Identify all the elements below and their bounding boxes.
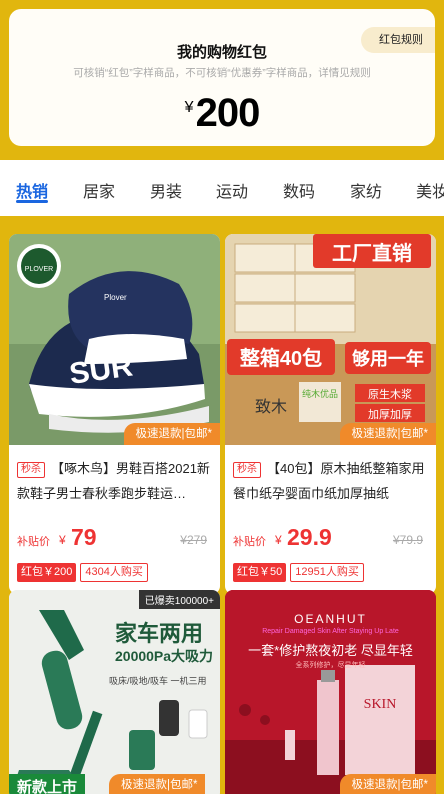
original-price: ¥279	[180, 533, 207, 547]
skincare-subtext: 全系列修护，尽显年轻	[295, 662, 366, 669]
redpacket-section: 我的购物红包 可核销“红包”字样商品，不可核销“优惠券”字样商品，详情见规则 ¥…	[0, 0, 444, 160]
redpacket-card: 我的购物红包 可核销“红包”字样商品，不可核销“优惠券”字样商品，详情见规则 ¥…	[9, 9, 435, 146]
price-currency: ¥	[59, 533, 66, 547]
refund-freeship-tag: 极速退款|包邮*	[123, 423, 220, 445]
hot-sold-badge: 已爆卖100000+	[138, 590, 220, 609]
product-title-text: 【啄木鸟】男鞋百搭2021新款鞋子男士春秋季跑步鞋运…	[17, 461, 210, 501]
active-tab-indicator	[16, 200, 48, 203]
vacuum-features: 吸床/吸地/吸车 一机三用	[109, 676, 207, 686]
redpacket-badge: 红包￥50	[233, 563, 287, 582]
product-badges: 红包￥50 12951人购买	[233, 562, 364, 582]
refund-freeship-tag: 极速退款|包邮*	[339, 774, 436, 794]
factory-banner: 工厂直销	[332, 241, 412, 265]
product-grid: SUR PLOVER Plover 极速退款|包邮* 秒杀 【啄木鸟】男鞋百搭20…	[0, 216, 444, 794]
product-card-tissues[interactable]: 工厂直销 整箱40包 够用一年 纯木优品 致木 原生木浆 加厚加厚 极速退款|包…	[225, 234, 436, 594]
product-card-vacuum[interactable]: 已爆卖100000+ 家车两用 20000Pa大吸力 吸床/吸地/吸车 一机三用…	[9, 590, 220, 794]
price-value: 79	[71, 524, 97, 550]
product-title: 秒杀 【啄木鸟】男鞋百搭2021新款鞋子男士春秋季跑步鞋运…	[17, 456, 215, 506]
tab-home[interactable]: 居家	[83, 178, 115, 202]
tag-brand: 致木	[255, 398, 287, 416]
box-text: SKIN	[364, 697, 397, 712]
tab-digital[interactable]: 数码	[283, 178, 315, 202]
new-arrival-badge: 新款上市	[9, 774, 86, 794]
vacuum-heading: 家车两用	[115, 621, 204, 646]
pack-banner: 整箱40包	[239, 346, 322, 370]
tag-thick: 加厚加厚	[368, 408, 412, 421]
original-price: ¥79.9	[392, 533, 423, 547]
product-title: 秒杀 【40包】原木抽纸整箱家用餐巾纸孕婴面巾纸加厚抽纸	[233, 456, 431, 506]
amount-value: 200	[195, 91, 261, 135]
product-title-text: 【40包】原木抽纸整箱家用餐巾纸孕婴面巾纸加厚抽纸	[233, 461, 425, 501]
product-badges: 红包￥200 4304人购买	[17, 562, 148, 582]
tab-textiles[interactable]: 家纺	[350, 178, 382, 202]
price-currency: ¥	[275, 533, 282, 547]
redpacket-rules-button[interactable]: 红包规则	[361, 27, 435, 53]
brand-tagline: Repair Damaged Skin After Staying Up Lat…	[262, 628, 399, 635]
category-tabbar: 热销 居家 男装 运动 数码 家纺 美妆	[0, 160, 444, 216]
price-row: 补贴价 ¥ 29.9 ¥79.9	[233, 524, 429, 552]
vacuum-subheading: 20000Pa大吸力	[115, 648, 214, 664]
tab-hot[interactable]: 热销	[16, 178, 48, 202]
product-card-skincare[interactable]: SKIN OEANHUT Repair Damaged Skin After S…	[225, 590, 436, 794]
refund-freeship-tag: 极速退款|包邮*	[339, 423, 436, 445]
year-banner: 够用一年	[351, 348, 424, 369]
subsidy-label: 补贴价	[233, 536, 266, 548]
tab-beauty[interactable]: 美妆	[416, 178, 444, 202]
refund-freeship-tag: 极速退款|包邮*	[109, 774, 206, 794]
tag-pulp: 原生木浆	[368, 387, 412, 401]
product-image-shoes: SUR PLOVER Plover 极速退款|包邮*	[9, 234, 220, 445]
redpacket-badge: 红包￥200	[17, 563, 77, 582]
buyers-count: 4304人购买	[80, 563, 148, 582]
redpacket-subtitle: 可核销“红包”字样商品，不可核销“优惠券”字样商品，详情见规则	[73, 67, 371, 79]
product-card-shoes[interactable]: SUR PLOVER Plover 极速退款|包邮* 秒杀 【啄木鸟】男鞋百搭20…	[9, 234, 220, 594]
redpacket-amount: ¥200	[9, 91, 435, 136]
price-value: 29.9	[287, 524, 332, 550]
price-row: 补贴价 ¥ 79 ¥279	[17, 524, 213, 552]
shoe-brand-label: Plover	[104, 293, 127, 302]
subsidy-label: 补贴价	[17, 536, 50, 548]
brand-logo-text: PLOVER	[25, 266, 53, 273]
product-image-tissues: 工厂直销 整箱40包 够用一年 纯木优品 致木 原生木浆 加厚加厚 极速退款|包…	[225, 234, 436, 445]
tag-pure-wood: 纯木优品	[302, 388, 338, 399]
currency-symbol: ¥	[184, 99, 194, 116]
brand-logo: OEANHUT	[294, 612, 367, 626]
seckill-badge: 秒杀	[17, 462, 45, 478]
buyers-count: 12951人购买	[290, 563, 364, 582]
tab-sports[interactable]: 运动	[216, 178, 248, 202]
seckill-badge: 秒杀	[233, 462, 261, 478]
tab-menswear[interactable]: 男装	[150, 178, 182, 202]
skincare-slogan: 一套*修护熬夜初老 尽显年轻	[248, 643, 413, 658]
